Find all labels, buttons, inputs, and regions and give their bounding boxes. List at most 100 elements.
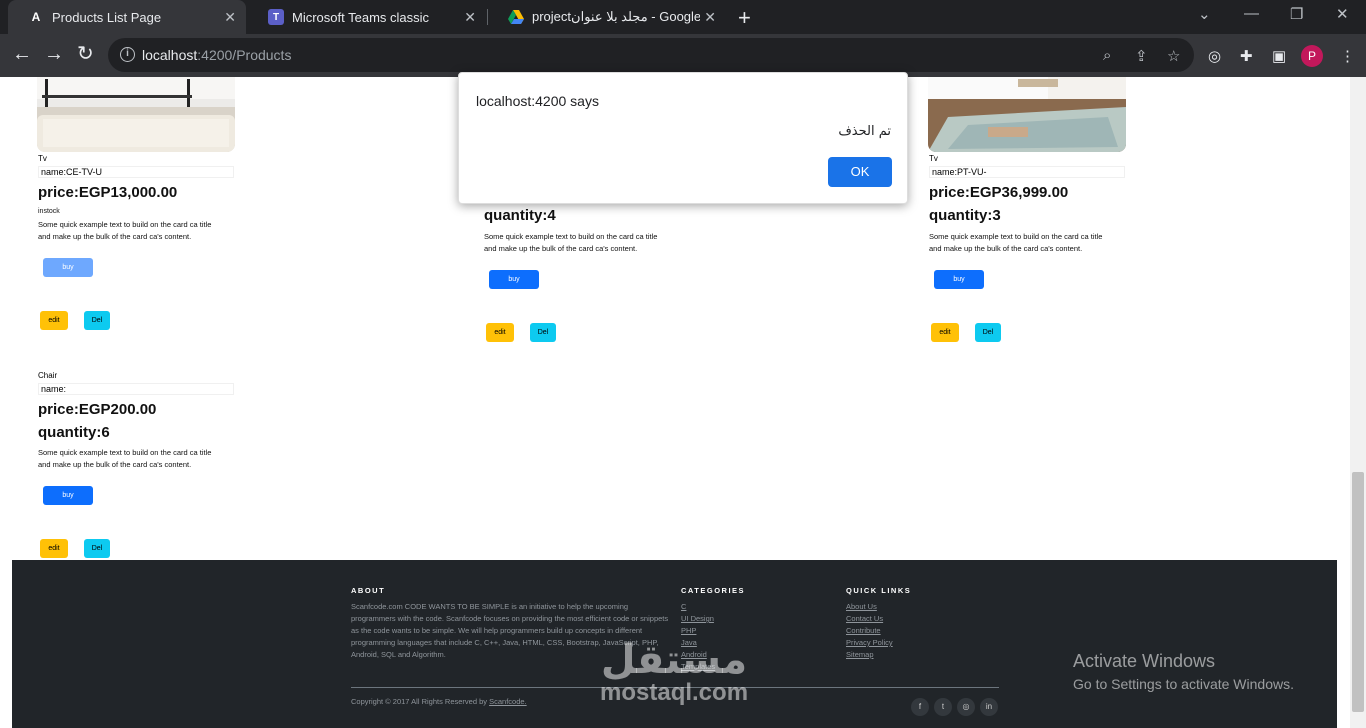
product-category: Tv — [929, 154, 938, 163]
product-name: name: — [38, 383, 234, 395]
footer-link-quick[interactable]: Privacy Policy — [846, 637, 893, 649]
description-line: Some quick example text to build on the … — [38, 220, 212, 229]
close-tab-icon[interactable]: ✕ — [704, 9, 716, 26]
edit-button[interactable]: edit — [40, 539, 68, 558]
footer-link-category[interactable]: UI Design — [681, 613, 715, 625]
tab-products-list[interactable]: A Products List Page ✕ — [8, 0, 246, 34]
quick-links-heading: QUICK LINKS — [846, 586, 912, 595]
toolbar: ← → ↻ i localhost:4200/Products ⌕ ⇪ ☆ ◎ … — [0, 34, 1366, 77]
footer-link-category[interactable]: C — [681, 601, 715, 613]
footer-link-quick[interactable]: About Us — [846, 601, 893, 613]
description-line: and make up the bulk of the card ca's co… — [484, 244, 638, 253]
menu-icon[interactable]: ⋮ — [1340, 47, 1355, 65]
product-category: Chair — [38, 371, 58, 380]
tab-google-drive[interactable]: projectمجلد بلا عنوان - Google Dr ✕ — [488, 0, 726, 34]
about-heading: ABOUT — [351, 586, 386, 595]
profile-avatar[interactable]: P — [1301, 45, 1323, 67]
tab-search-icon[interactable]: ⌄ — [1198, 5, 1211, 23]
delete-button[interactable]: Del — [84, 539, 110, 558]
product-description: Some quick example text to build on the … — [929, 231, 1129, 255]
copyright-text: Copyright © 2017 All Rights Reserved by … — [351, 697, 527, 706]
tab-title: Products List Page — [52, 9, 162, 25]
copyright-link[interactable]: Scanfcode. — [489, 697, 527, 706]
close-tab-icon[interactable]: ✕ — [464, 9, 476, 26]
description-line: Some quick example text to build on the … — [38, 448, 212, 457]
footer-link-quick[interactable]: Contact Us — [846, 613, 893, 625]
delete-button[interactable]: Del — [975, 323, 1001, 342]
product-image — [37, 77, 235, 152]
reload-icon[interactable]: ↻ — [77, 44, 94, 64]
url-path: :4200/Products — [197, 47, 292, 63]
restore-icon[interactable]: ❐ — [1290, 5, 1303, 23]
description-line: Some quick example text to build on the … — [929, 232, 1103, 241]
facebook-icon[interactable]: f — [911, 698, 929, 716]
edit-button[interactable]: edit — [40, 311, 68, 330]
categories-heading: CATEGORIES — [681, 586, 746, 595]
linkedin-icon[interactable]: in — [980, 698, 998, 716]
product-quantity: quantity:3 — [929, 207, 1001, 224]
product-name: name:PT-VU- — [929, 166, 1125, 178]
product-price: price:EGP13,000.00 — [38, 184, 178, 201]
product-category: Tv — [38, 154, 47, 163]
tab-title: Microsoft Teams classic — [292, 9, 430, 25]
share-icon[interactable]: ⇪ — [1135, 47, 1148, 65]
buy-button[interactable]: buy — [43, 258, 93, 277]
ok-button[interactable]: OK — [828, 157, 892, 187]
activate-windows-notice: Activate Windows Go to Settings to activ… — [1073, 651, 1294, 692]
mostaql-watermark: مستقل mostaql.com — [600, 640, 748, 706]
delete-button[interactable]: Del — [530, 323, 556, 342]
url-host: localhost — [142, 47, 198, 63]
buy-button[interactable]: buy — [489, 270, 539, 289]
minimize-icon[interactable]: — — [1244, 5, 1259, 22]
product-name: name:CE-TV-U — [38, 166, 234, 178]
side-panel-icon[interactable]: ▣ — [1272, 47, 1286, 65]
activate-subtitle: Go to Settings to activate Windows. — [1073, 676, 1294, 692]
product-quantity: quantity:4 — [484, 207, 556, 224]
site-info-icon[interactable]: i — [120, 47, 135, 62]
buy-button[interactable]: buy — [934, 270, 984, 289]
product-stock: instock — [38, 208, 60, 215]
drive-icon — [508, 9, 524, 25]
description-line: Some quick example text to build on the … — [484, 232, 658, 241]
description-line: and make up the bulk of the card ca's co… — [38, 460, 192, 469]
footer-link-quick[interactable]: Contribute — [846, 625, 893, 637]
tab-strip: A Products List Page ✕ T Microsoft Teams… — [0, 0, 1366, 34]
url-text[interactable]: localhost:4200/Products — [142, 47, 291, 63]
close-window-icon[interactable]: ✕ — [1336, 5, 1349, 23]
footer-link-quick[interactable]: Sitemap — [846, 649, 893, 661]
delete-button[interactable]: Del — [84, 311, 110, 330]
edit-button[interactable]: edit — [931, 323, 959, 342]
dialog-title: localhost:4200 says — [476, 93, 599, 109]
product-price: price:EGP36,999.00 — [929, 184, 1069, 201]
buy-button[interactable]: buy — [43, 486, 93, 505]
extensions-icon[interactable]: ✚ — [1240, 47, 1253, 65]
tab-teams[interactable]: T Microsoft Teams classic ✕ — [248, 0, 486, 34]
angular-icon: A — [31, 10, 41, 24]
tab-title: projectمجلد بلا عنوان - Google Dr — [532, 9, 700, 24]
activate-title: Activate Windows — [1073, 651, 1216, 671]
product-quantity: quantity:6 — [38, 424, 110, 441]
dialog-message: تم الحذف — [838, 124, 891, 139]
description-line: and make up the bulk of the card ca's co… — [38, 232, 192, 241]
dribbble-icon[interactable]: ◎ — [957, 698, 975, 716]
bookmark-star-icon[interactable]: ☆ — [1167, 47, 1180, 65]
media-icon[interactable]: ◎ — [1208, 47, 1221, 65]
back-icon[interactable]: ← — [12, 44, 32, 64]
close-tab-icon[interactable]: ✕ — [224, 9, 236, 26]
watermark-arabic: مستقل — [600, 637, 748, 683]
footer-link-category[interactable]: PHP — [681, 625, 715, 637]
new-tab-icon[interactable]: + — [738, 5, 751, 31]
product-price: price:EGP200.00 — [38, 401, 157, 418]
copyright-label: Copyright © 2017 All Rights Reserved by — [351, 697, 488, 706]
address-bar[interactable]: i localhost:4200/Products ⌕ ⇪ ☆ — [108, 38, 1194, 72]
scrollbar-thumb[interactable] — [1352, 472, 1364, 712]
product-description: Some quick example text to build on the … — [484, 231, 684, 255]
edit-button[interactable]: edit — [486, 323, 514, 342]
description-line: and make up the bulk of the card ca's co… — [929, 244, 1083, 253]
zoom-icon[interactable]: ⌕ — [1103, 47, 1111, 64]
teams-icon: T — [268, 9, 284, 25]
watermark-latin: mostaql.com — [600, 679, 749, 706]
forward-icon[interactable]: → — [44, 44, 64, 64]
twitter-icon[interactable]: t — [934, 698, 952, 716]
product-description: Some quick example text to build on the … — [38, 447, 238, 471]
